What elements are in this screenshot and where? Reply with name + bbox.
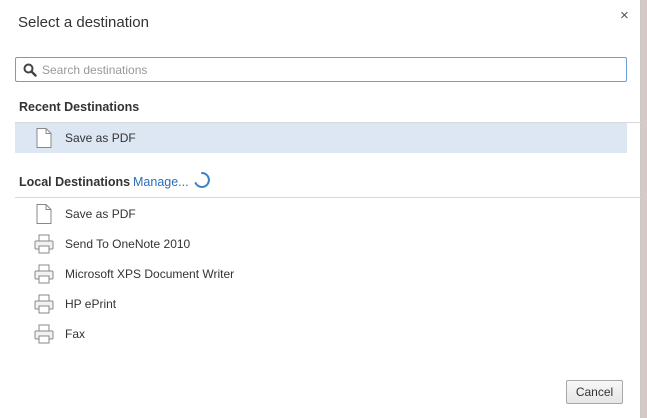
destination-label: Microsoft XPS Document Writer (65, 267, 235, 281)
search-input[interactable] (42, 60, 612, 79)
destination-label: Send To OneNote 2010 (65, 237, 191, 251)
printer-icon (34, 234, 54, 254)
recent-destinations-heading: Recent Destinations (19, 100, 140, 114)
printer-icon (34, 264, 54, 284)
manage-link[interactable]: Manage... (133, 175, 189, 189)
loading-spinner-icon (194, 172, 210, 188)
printer-icon (34, 294, 54, 314)
destination-label: Save as PDF (65, 131, 136, 145)
search-box[interactable] (15, 57, 627, 82)
document-icon (36, 128, 52, 148)
local-item-onenote[interactable]: Send To OneNote 2010 (15, 229, 627, 259)
printer-icon (34, 324, 54, 344)
destination-label: HP ePrint (65, 297, 117, 311)
local-divider (15, 197, 641, 198)
destination-label: Fax (65, 327, 86, 341)
cancel-button[interactable]: Cancel (566, 380, 623, 404)
search-icon (23, 63, 37, 77)
dialog-title: Select a destination (18, 14, 149, 31)
local-item-fax[interactable]: Fax (15, 319, 627, 349)
destination-dialog: Select a destination × Recent Destinatio… (0, 0, 641, 418)
local-item-save-as-pdf[interactable]: Save as PDF (15, 199, 627, 229)
destination-label: Save as PDF (65, 207, 136, 221)
local-item-hp-eprint[interactable]: HP ePrint (15, 289, 627, 319)
local-destinations-heading: Local Destinations (19, 175, 131, 189)
local-item-xps-writer[interactable]: Microsoft XPS Document Writer (15, 259, 627, 289)
close-button[interactable]: × (620, 8, 629, 24)
document-icon (36, 204, 52, 224)
recent-item-save-as-pdf[interactable]: Save as PDF (15, 123, 627, 153)
